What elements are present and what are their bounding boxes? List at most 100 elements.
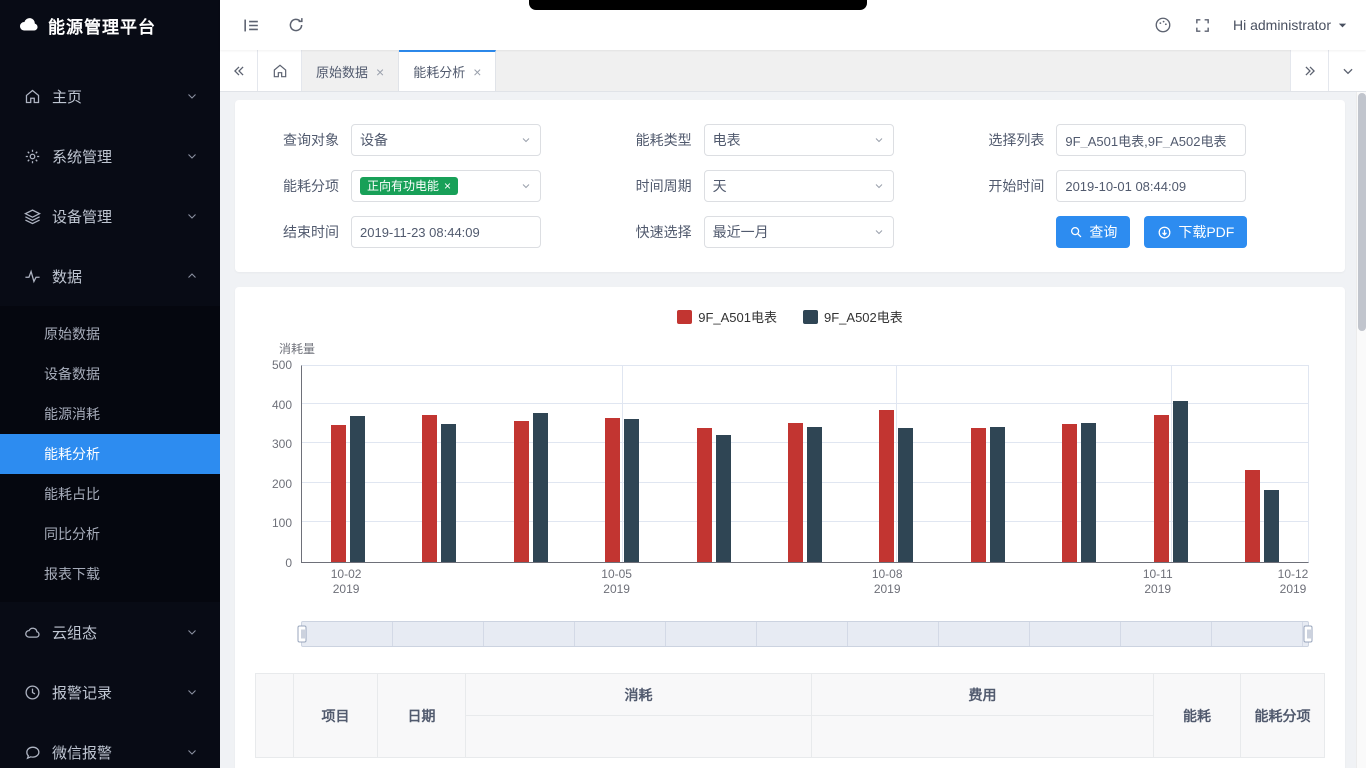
bar xyxy=(971,428,986,562)
legend-item[interactable]: 9F_A502电表 xyxy=(803,307,903,326)
slider-left-handle[interactable] xyxy=(298,626,307,643)
layers-icon xyxy=(24,207,42,225)
time-period-select[interactable]: 天 xyxy=(704,170,894,202)
bar xyxy=(1173,401,1188,562)
field-label: 能耗分项 xyxy=(261,176,339,196)
end-time-input[interactable] xyxy=(360,225,532,240)
search-button[interactable]: 查询 xyxy=(1056,216,1130,248)
sidebar-item-alarm-records[interactable]: 报警记录 xyxy=(0,662,220,722)
bar-group-10-04 xyxy=(485,366,576,562)
collapse-sidebar-icon[interactable] xyxy=(242,16,261,35)
tab-raw-data[interactable]: 原始数据 × xyxy=(302,50,399,91)
tabs-scroll-right-button[interactable] xyxy=(1290,50,1328,91)
sidebar-item-data[interactable]: 数据 xyxy=(0,246,220,306)
sidebar-item-wechat-alarm[interactable]: 微信报警 xyxy=(0,722,220,768)
palette-icon[interactable] xyxy=(1154,16,1172,34)
bar xyxy=(422,415,437,562)
chat-bubble-icon xyxy=(24,743,42,761)
sidebar-item-cloud-config[interactable]: 云组态 xyxy=(0,602,220,662)
chevron-down-icon xyxy=(520,134,532,146)
page-scrollbar[interactable] xyxy=(1356,92,1366,768)
y-axis: 0100200300400500 xyxy=(255,365,301,563)
bar xyxy=(898,428,913,562)
x-tick-label: 10-122019 xyxy=(1278,567,1309,597)
bar-group-10-03 xyxy=(393,366,484,562)
field-label: 选择列表 xyxy=(966,130,1044,150)
refresh-icon[interactable] xyxy=(287,16,305,34)
main-area: Hi administrator 原始数据 × 能耗分析 × xyxy=(220,0,1366,768)
fullscreen-icon[interactable] xyxy=(1194,17,1211,34)
table-header-energy: 能耗 xyxy=(1154,674,1241,758)
sidebar-item-label: 数据 xyxy=(52,266,186,287)
filter-panel: 查询对象 设备 能耗类型 电表 选择列表 xyxy=(235,100,1345,272)
table-subheader xyxy=(812,716,1154,758)
tab-energy-analysis[interactable]: 能耗分析 × xyxy=(399,50,496,91)
search-icon xyxy=(1069,225,1083,239)
close-icon[interactable]: × xyxy=(376,65,384,79)
sidebar-item-raw-data[interactable]: 原始数据 xyxy=(0,314,220,354)
energy-subitem-select[interactable]: 正向有功电能 × xyxy=(351,170,541,202)
submenu-item-label: 设备数据 xyxy=(44,364,100,384)
sidebar-item-device[interactable]: 设备管理 xyxy=(0,186,220,246)
sidebar-item-energy-analysis[interactable]: 能耗分析 xyxy=(0,434,220,474)
sidebar-menu: 主页 系统管理 设备管理 数据 原始数据 设备数据 能源消 xyxy=(0,66,220,768)
selected-tag: 正向有功电能 × xyxy=(360,177,458,195)
meter-list-input-wrap xyxy=(1056,124,1246,156)
bar xyxy=(1264,490,1279,562)
tag-close-icon[interactable]: × xyxy=(444,180,451,192)
energy-type-select[interactable]: 电表 xyxy=(704,124,894,156)
y-tick-label: 300 xyxy=(272,437,292,451)
quick-select[interactable]: 最近一月 xyxy=(704,216,894,248)
bar-chart: 消耗量 0100200300400500 10-02201910-0520191… xyxy=(255,340,1325,597)
bar-group-10-02 xyxy=(302,366,393,562)
x-tick-label: 10-022019 xyxy=(331,567,362,597)
bar xyxy=(331,425,346,562)
download-icon xyxy=(1157,225,1172,240)
close-icon[interactable]: × xyxy=(473,65,481,79)
select-value: 天 xyxy=(713,176,727,196)
meter-list-input[interactable] xyxy=(1065,133,1237,148)
tab-home[interactable] xyxy=(258,50,302,91)
sidebar-item-energy-ratio[interactable]: 能耗占比 xyxy=(0,474,220,514)
data-zoom-slider[interactable] xyxy=(301,621,1309,647)
tabs-scroll-left-button[interactable] xyxy=(220,50,258,91)
bar xyxy=(624,419,639,562)
sidebar-item-label: 报警记录 xyxy=(52,682,186,703)
legend-label: 9F_A501电表 xyxy=(698,307,777,326)
chevron-down-icon xyxy=(1337,20,1348,31)
tabs-menu-button[interactable] xyxy=(1328,50,1366,91)
y-tick-label: 0 xyxy=(285,556,292,570)
y-tick-label: 100 xyxy=(272,516,292,530)
legend-item[interactable]: 9F_A501电表 xyxy=(677,307,777,326)
bar-group-10-07 xyxy=(759,366,850,562)
chart-legend: 9F_A501电表 9F_A502电表 xyxy=(255,307,1325,326)
sidebar-item-device-data[interactable]: 设备数据 xyxy=(0,354,220,394)
bar xyxy=(990,427,1005,562)
page-content: 查询对象 设备 能耗类型 电表 选择列表 xyxy=(220,92,1366,768)
bar xyxy=(1245,470,1260,562)
sidebar-item-report-download[interactable]: 报表下载 xyxy=(0,554,220,594)
app-window: 能源管理平台 主页 系统管理 设备管理 数据 xyxy=(0,0,1366,768)
query-object-select[interactable]: 设备 xyxy=(351,124,541,156)
gear-icon xyxy=(24,147,42,165)
sidebar-item-home[interactable]: 主页 xyxy=(0,66,220,126)
cloud-logo-icon xyxy=(18,14,40,36)
sidebar-item-label: 主页 xyxy=(52,86,186,107)
start-time-input[interactable] xyxy=(1065,179,1237,194)
table-subheader xyxy=(466,716,812,758)
sidebar-item-energy-consumption[interactable]: 能源消耗 xyxy=(0,394,220,434)
download-pdf-button[interactable]: 下载PDF xyxy=(1144,216,1247,248)
slider-right-handle[interactable] xyxy=(1304,626,1313,643)
bar xyxy=(441,424,456,562)
screen-notch-artifact xyxy=(529,0,867,10)
submenu-item-label: 同比分析 xyxy=(44,524,100,544)
bar xyxy=(1154,415,1169,562)
app-logo: 能源管理平台 xyxy=(0,0,220,50)
bar-group-10-11 xyxy=(1125,366,1216,562)
bar xyxy=(879,410,894,562)
user-menu[interactable]: Hi administrator xyxy=(1233,17,1348,33)
sidebar-item-system[interactable]: 系统管理 xyxy=(0,126,220,186)
bar xyxy=(1081,423,1096,562)
scrollbar-thumb[interactable] xyxy=(1358,93,1366,331)
sidebar-item-yoy-analysis[interactable]: 同比分析 xyxy=(0,514,220,554)
